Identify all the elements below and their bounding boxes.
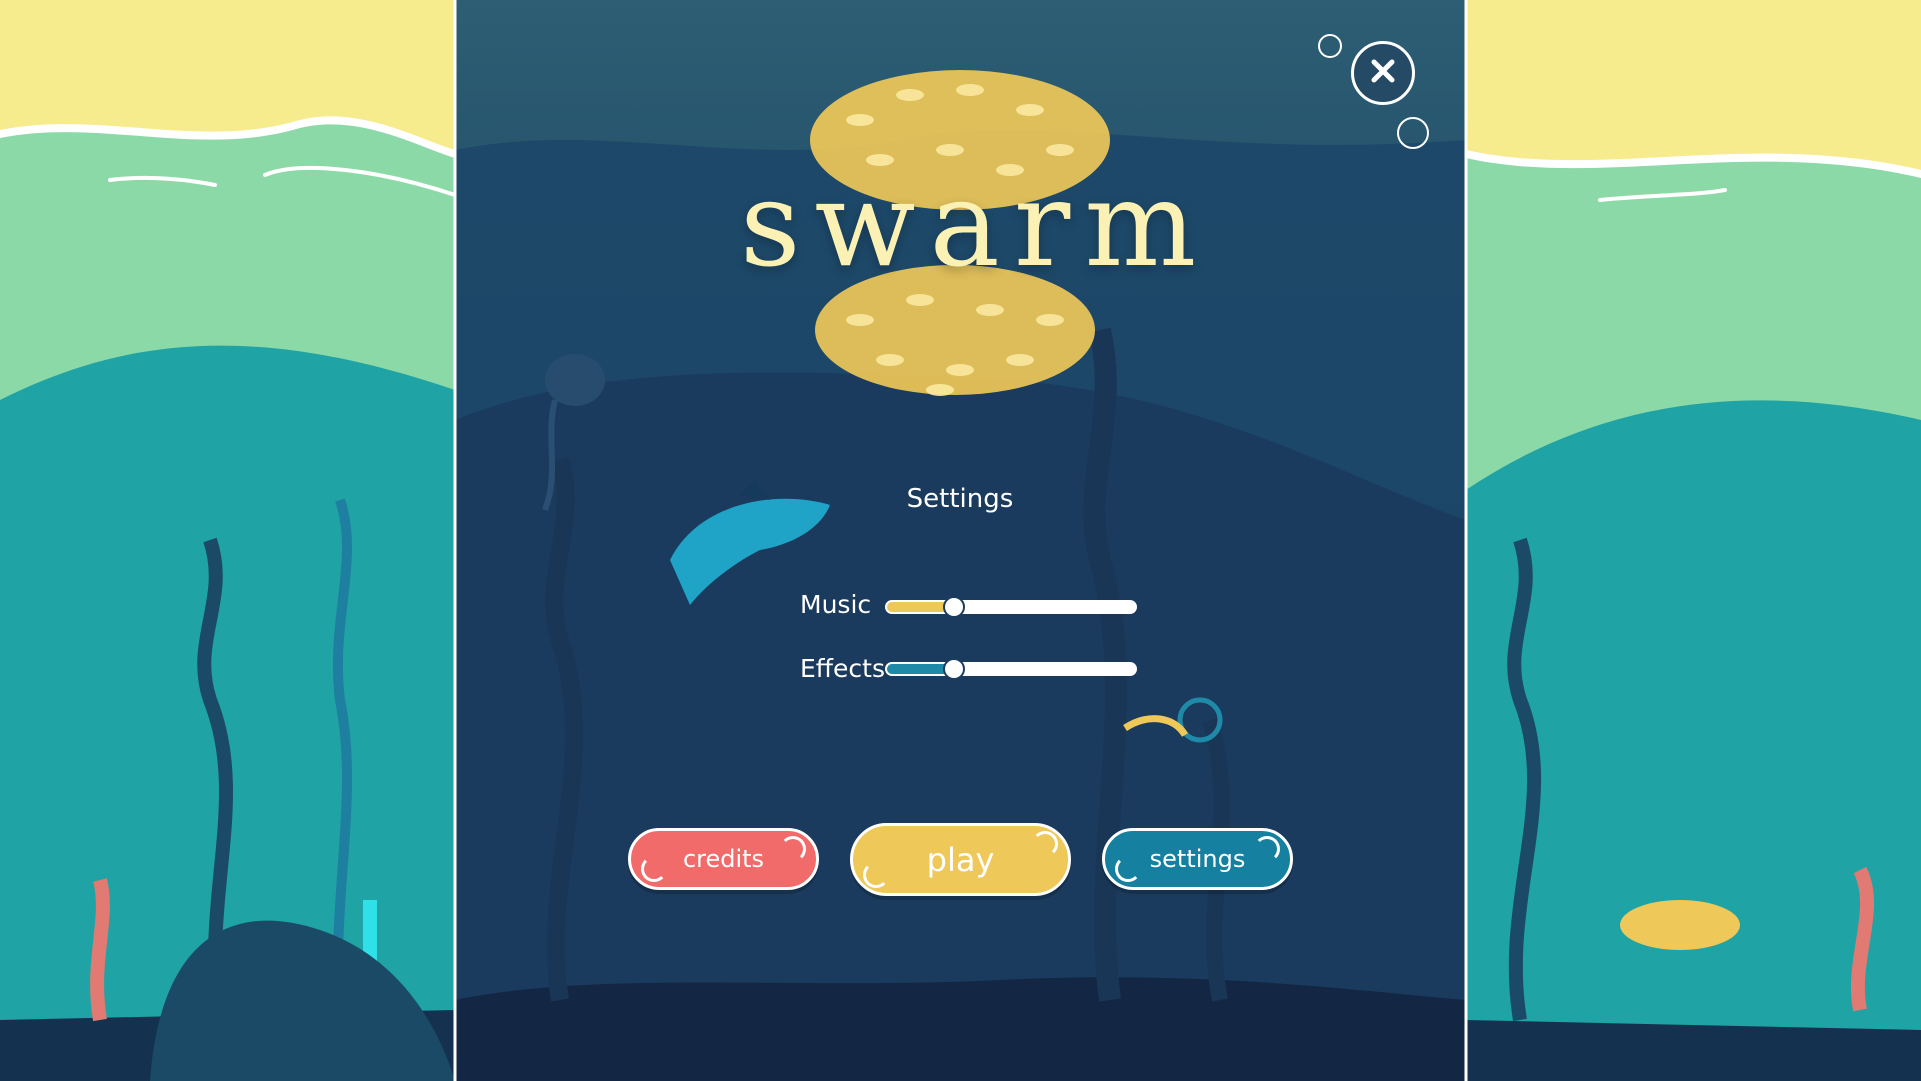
effects-slider-knob[interactable] bbox=[942, 658, 965, 680]
music-label: Music bbox=[800, 590, 872, 619]
bubble-small bbox=[1318, 34, 1342, 58]
button-gloss bbox=[641, 856, 667, 882]
credits-button-label: credits bbox=[682, 845, 765, 873]
settings-button[interactable]: settings bbox=[1102, 828, 1293, 890]
button-gloss bbox=[780, 836, 806, 862]
button-gloss bbox=[863, 862, 889, 888]
credits-button[interactable]: credits bbox=[628, 828, 819, 890]
settings-heading: Settings bbox=[906, 484, 1014, 514]
bubble-small bbox=[1397, 117, 1429, 149]
music-slider[interactable] bbox=[885, 596, 1137, 618]
close-button[interactable] bbox=[1351, 41, 1415, 105]
settings-button-label: settings bbox=[1149, 845, 1246, 873]
play-button[interactable]: play bbox=[850, 823, 1071, 896]
effects-label: Effects bbox=[800, 654, 885, 683]
play-button-label: play bbox=[926, 840, 995, 879]
button-gloss bbox=[1032, 831, 1058, 857]
music-slider-knob[interactable] bbox=[942, 596, 965, 618]
effects-slider[interactable] bbox=[885, 658, 1137, 680]
button-gloss bbox=[1254, 836, 1280, 862]
close-icon bbox=[1369, 57, 1397, 89]
game-title: swarm bbox=[740, 155, 1211, 293]
button-gloss bbox=[1115, 856, 1141, 882]
